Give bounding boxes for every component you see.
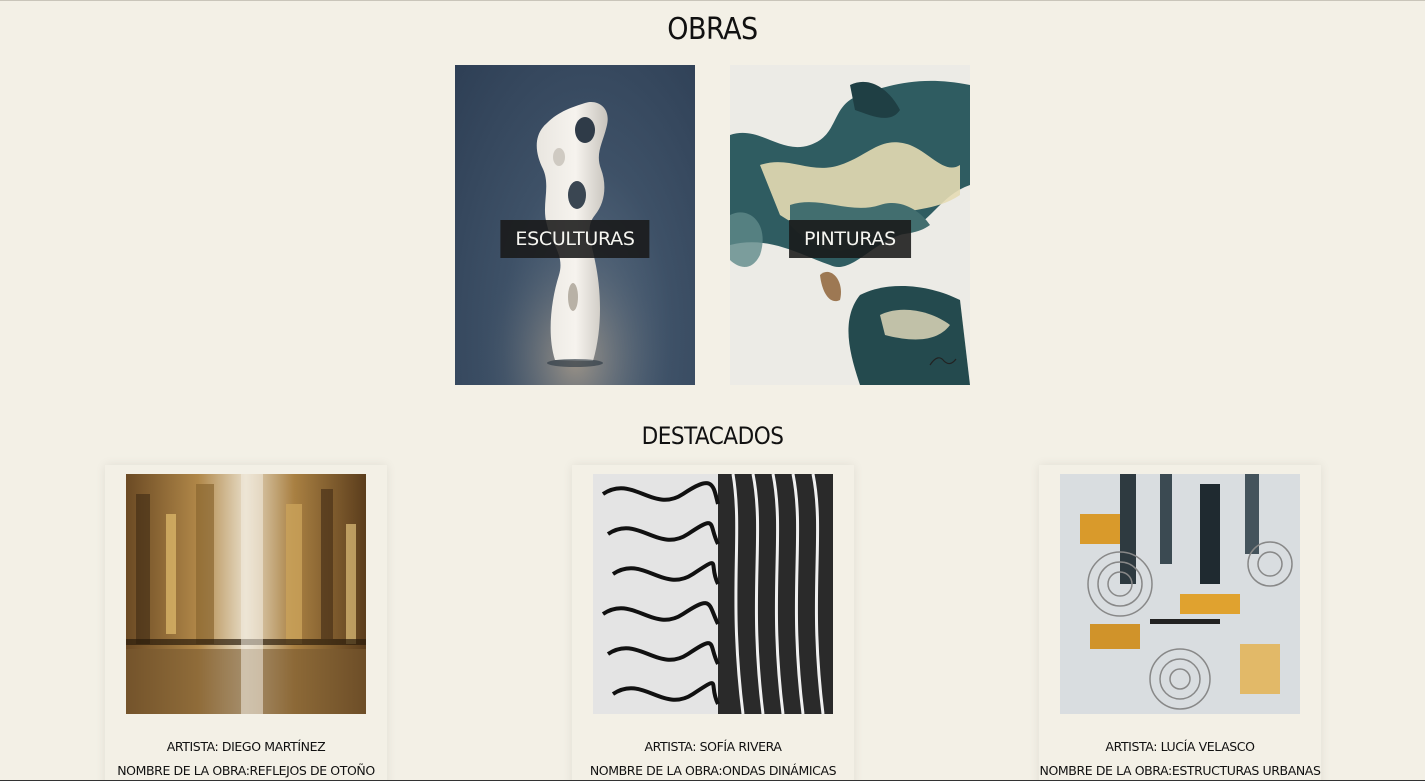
featured-work-name: NOMBRE DE LA OBRA:ONDAS DINÁMICAS	[589, 763, 837, 778]
featured-artist: ARTISTA: LUCÍA VELASCO	[1105, 739, 1255, 754]
featured-card[interactable]: ARTISTA: LUCÍA VELASCO NOMBRE DE LA OBRA…	[1039, 465, 1321, 781]
featured-card-image[interactable]	[126, 474, 366, 714]
destacados-title: DESTACADOS	[641, 422, 784, 450]
black-white-waves-sculpture	[593, 474, 833, 714]
golden-abstract-painting	[126, 474, 366, 714]
featured-artist: ARTISTA: SOFÍA RIVERA	[644, 739, 782, 754]
category-esculturas[interactable]: ESCULTURAS	[455, 65, 695, 385]
featured-work-name: NOMBRE DE LA OBRA:ESTRUCTURAS URBANAS	[1039, 763, 1321, 778]
featured-card-image[interactable]	[1060, 474, 1300, 714]
featured-card-image[interactable]	[593, 474, 833, 714]
category-pinturas[interactable]: PINTURAS	[730, 65, 970, 385]
featured-artist: ARTISTA: DIEGO MARTÍNEZ	[166, 739, 326, 754]
category-label-esculturas[interactable]: ESCULTURAS	[500, 220, 650, 258]
featured-work-name: NOMBRE DE LA OBRA:REFLEJOS DE OTOÑO	[117, 763, 375, 778]
obras-title: OBRAS	[667, 12, 758, 47]
featured-card[interactable]: ARTISTA: DIEGO MARTÍNEZ NOMBRE DE LA OBR…	[105, 465, 387, 781]
category-label-pinturas[interactable]: PINTURAS	[789, 220, 911, 258]
featured-card[interactable]: ARTISTA: SOFÍA RIVERA NOMBRE DE LA OBRA:…	[572, 465, 854, 781]
top-divider	[0, 0, 1425, 1]
urban-abstract-painting	[1060, 474, 1300, 714]
